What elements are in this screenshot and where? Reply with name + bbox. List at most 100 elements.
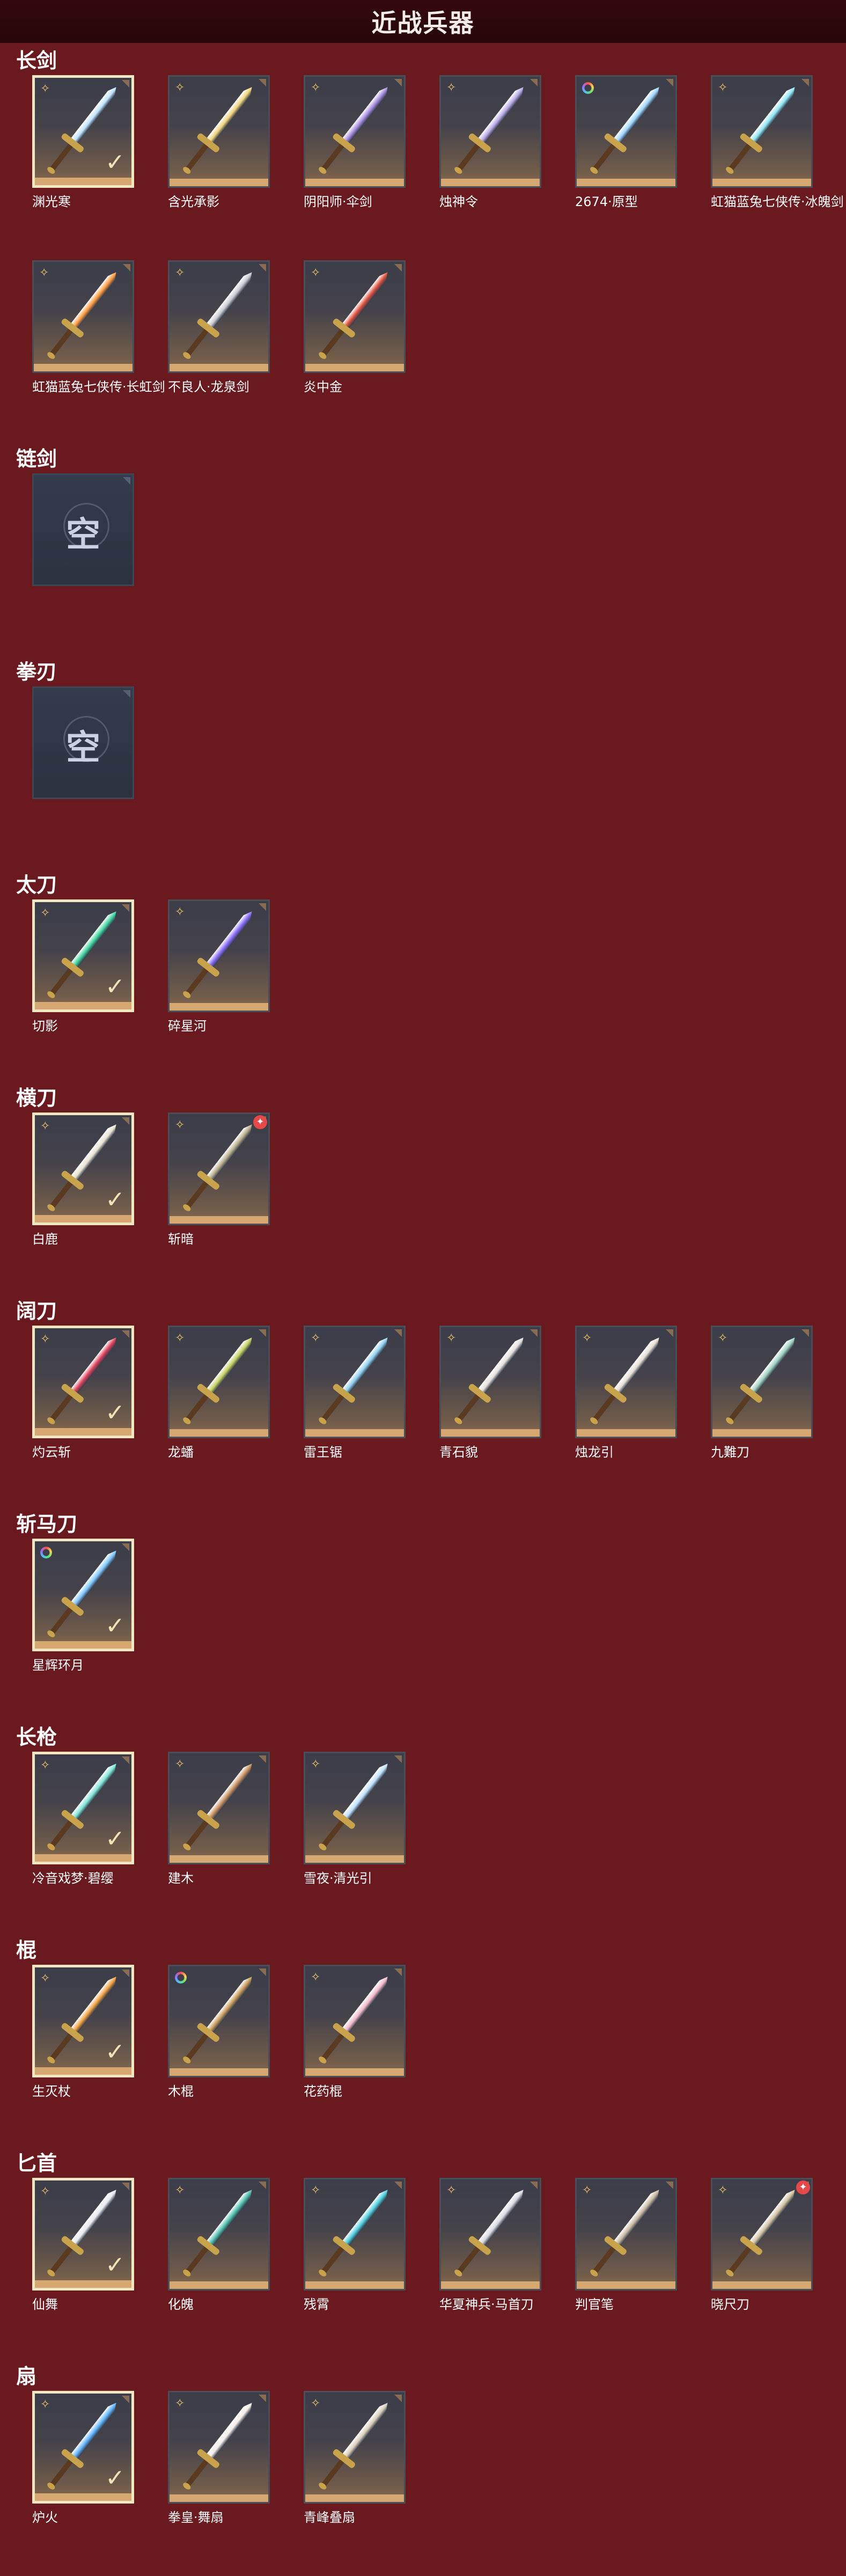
weapon-thumbnail bbox=[168, 1965, 270, 2077]
gold-rarity-icon: ✧ bbox=[311, 266, 321, 280]
weapon-thumbnail: ✧ bbox=[168, 260, 270, 373]
rainbow-rarity-icon bbox=[175, 1972, 187, 1984]
gold-rarity-icon: ✧ bbox=[311, 2184, 321, 2197]
weapon-card[interactable]: ✧ 虹猫蓝兔七侠传·长虹剑 bbox=[32, 260, 165, 394]
weapon-grip bbox=[50, 1607, 73, 1635]
corner-tab-icon bbox=[259, 903, 266, 911]
weapon-blade bbox=[70, 1974, 119, 2033]
category-title: 斩马刀 bbox=[16, 1512, 78, 1536]
weapon-card[interactable]: ✧ 龙蟠 bbox=[168, 1326, 270, 1460]
gold-rarity-icon: ✧ bbox=[582, 2184, 592, 2197]
weapon-card[interactable]: ✓ 星辉环月 bbox=[32, 1539, 134, 1673]
weapon-card[interactable]: ✧ 虹猫蓝兔七侠传·冰魄剑 bbox=[711, 75, 844, 209]
empty-slot[interactable]: 空 bbox=[32, 473, 134, 592]
equipped-check-icon: ✓ bbox=[105, 2464, 125, 2492]
weapon-card[interactable]: ✧ 建木 bbox=[168, 1752, 270, 1886]
weapon-card[interactable]: ✧ ✓ 生灭杖 bbox=[32, 1965, 134, 2099]
weapon-card[interactable]: ✧ 九難刀 bbox=[711, 1326, 813, 1460]
weapon-thumbnail: ✧ bbox=[711, 1326, 813, 1438]
corner-tab-icon bbox=[259, 1968, 266, 1976]
weapon-blade bbox=[477, 2187, 526, 2246]
weapon-card[interactable]: ✧ 华夏神兵·马首刀 bbox=[439, 2178, 541, 2312]
weapon-grip bbox=[321, 143, 344, 171]
weapon-name: 冷音戏梦·碧缨 bbox=[32, 1871, 114, 1886]
weapon-card[interactable]: 木棍 bbox=[168, 1965, 270, 2099]
weapon-card[interactable]: ✧ 青石貌 bbox=[439, 1326, 541, 1460]
corner-tab-icon bbox=[666, 79, 673, 86]
weapon-name: 斩暗 bbox=[168, 1232, 194, 1247]
weapon-thumbnail: ✧ bbox=[439, 2178, 541, 2290]
weapon-blade bbox=[206, 1122, 255, 1181]
corner-tab-icon bbox=[259, 1329, 266, 1337]
weapon-card[interactable]: ✧ ✓ 冷音戏梦·碧缨 bbox=[32, 1752, 134, 1886]
weapon-card[interactable]: ✧ ✓ 仙舞 bbox=[32, 2178, 134, 2312]
weapon-card[interactable]: ✧ 烛龙引 bbox=[575, 1326, 677, 1460]
weapon-card[interactable]: ✧ ✦ 晓尺刀 bbox=[711, 2178, 813, 2312]
gold-rarity-icon: ✧ bbox=[311, 81, 321, 94]
weapon-card[interactable]: ✧ 拳皇·舞扇 bbox=[168, 2391, 270, 2525]
corner-tab-icon bbox=[259, 264, 266, 272]
gold-rarity-icon: ✧ bbox=[175, 1118, 185, 1132]
weapon-grip bbox=[50, 2459, 73, 2487]
category-section: 链剑空 bbox=[0, 445, 846, 658]
corner-tab-icon bbox=[394, 1755, 402, 1763]
rainbow-rarity-icon bbox=[582, 82, 594, 94]
weapon-card[interactable]: ✧ 判官笔 bbox=[575, 2178, 677, 2312]
category-section: 长枪 ✧ ✓ 冷音戏梦·碧缨 ✧ 建木 ✧ 雪夜·清光引 bbox=[0, 1724, 846, 1937]
weapon-card[interactable]: ✧ 含光承影 bbox=[168, 75, 270, 209]
weapon-card[interactable]: ✧ 残霄 bbox=[304, 2178, 406, 2312]
weapon-grip bbox=[50, 1181, 73, 1209]
weapon-card[interactable]: ✧ ✓ 渊光寒 bbox=[32, 75, 134, 209]
weapon-grip bbox=[50, 1394, 73, 1422]
weapon-thumbnail: ✧ ✓ bbox=[32, 2178, 134, 2290]
weapon-card[interactable]: ✧ 雷王锯 bbox=[304, 1326, 406, 1460]
weapon-thumbnail: ✧ ✓ bbox=[32, 1113, 134, 1225]
weapon-card[interactable]: ✧ 炎中金 bbox=[304, 260, 406, 394]
weapon-name: 含光承影 bbox=[168, 194, 219, 209]
category-title: 横刀 bbox=[16, 1086, 57, 1110]
weapon-thumbnail: ✧ bbox=[304, 260, 406, 373]
weapon-blade bbox=[206, 1974, 255, 2033]
weapon-card[interactable]: ✧ 花药棍 bbox=[304, 1965, 406, 2099]
empty-slot[interactable]: 空 bbox=[32, 686, 134, 806]
weapon-card[interactable]: ✧ ✓ 炉火 bbox=[32, 2391, 134, 2525]
category-section: 扇 ✧ ✓ 炉火 ✧ 拳皇·舞扇 ✧ 青峰叠扇 bbox=[0, 2363, 846, 2576]
weapon-name: 青峰叠扇 bbox=[304, 2510, 355, 2525]
weapon-thumbnail: ✧ bbox=[168, 1752, 270, 1864]
category-section: 阔刀 ✧ ✓ 灼云斩 ✧ 龙蟠 ✧ 雷王锯 ✧ 青石貌 ✧ 烛龙引 ✧ 九難刀 bbox=[0, 1298, 846, 1511]
weapon-card[interactable]: ✧ ✦ 斩暗 bbox=[168, 1113, 270, 1247]
weapon-card[interactable]: 2674·原型 bbox=[575, 75, 677, 209]
weapon-name: 雪夜·清光引 bbox=[304, 1871, 372, 1886]
weapon-card[interactable]: ✧ 碎星河 bbox=[168, 899, 270, 1034]
category-section: 长剑 ✧ ✓ 渊光寒 ✧ 含光承影 ✧ 阴阳师·伞剑 ✧ 烛神令 2674·原型 ✧ 虹猫蓝兔七侠传·冰… bbox=[0, 47, 846, 445]
equipped-check-icon: ✓ bbox=[105, 973, 125, 1000]
weapon-thumbnail: ✧ ✓ bbox=[32, 1326, 134, 1438]
weapon-blade bbox=[206, 1761, 255, 1820]
weapon-blade bbox=[342, 1335, 391, 1394]
corner-tab-icon bbox=[801, 79, 809, 86]
weapon-card[interactable]: ✧ 不良人·龙泉剑 bbox=[168, 260, 270, 394]
weapon-art-icon bbox=[315, 1759, 393, 1853]
weapon-card[interactable]: ✧ ✓ 切影 bbox=[32, 899, 134, 1034]
weapon-name: 碎星河 bbox=[168, 1019, 207, 1034]
gold-rarity-icon: ✧ bbox=[718, 2184, 728, 2197]
equipped-check-icon: ✓ bbox=[105, 2038, 125, 2066]
weapon-card[interactable]: ✧ 烛神令 bbox=[439, 75, 541, 209]
weapon-card[interactable]: ✧ 阴阳师·伞剑 bbox=[304, 75, 406, 209]
weapon-card[interactable]: ✧ 雪夜·清光引 bbox=[304, 1752, 406, 1886]
weapon-grip bbox=[50, 328, 73, 356]
weapon-name: 不良人·龙泉剑 bbox=[168, 379, 249, 394]
weapon-blade bbox=[70, 1548, 119, 1607]
weapon-card[interactable]: ✧ 青峰叠扇 bbox=[304, 2391, 406, 2525]
weapon-grip bbox=[186, 143, 209, 171]
weapon-name: 华夏神兵·马首刀 bbox=[439, 2297, 534, 2312]
weapon-card[interactable]: ✧ 化魄 bbox=[168, 2178, 270, 2312]
weapon-art-icon bbox=[315, 1333, 393, 1426]
weapon-card[interactable]: ✧ ✓ 白鹿 bbox=[32, 1113, 134, 1247]
weapon-grip bbox=[593, 2246, 616, 2274]
weapon-blade bbox=[206, 1335, 255, 1394]
equipped-check-icon: ✓ bbox=[105, 1399, 125, 1426]
gold-rarity-icon: ✧ bbox=[175, 266, 185, 280]
weapon-card[interactable]: ✧ ✓ 灼云斩 bbox=[32, 1326, 134, 1460]
category-section: 拳刃空 bbox=[0, 658, 846, 872]
